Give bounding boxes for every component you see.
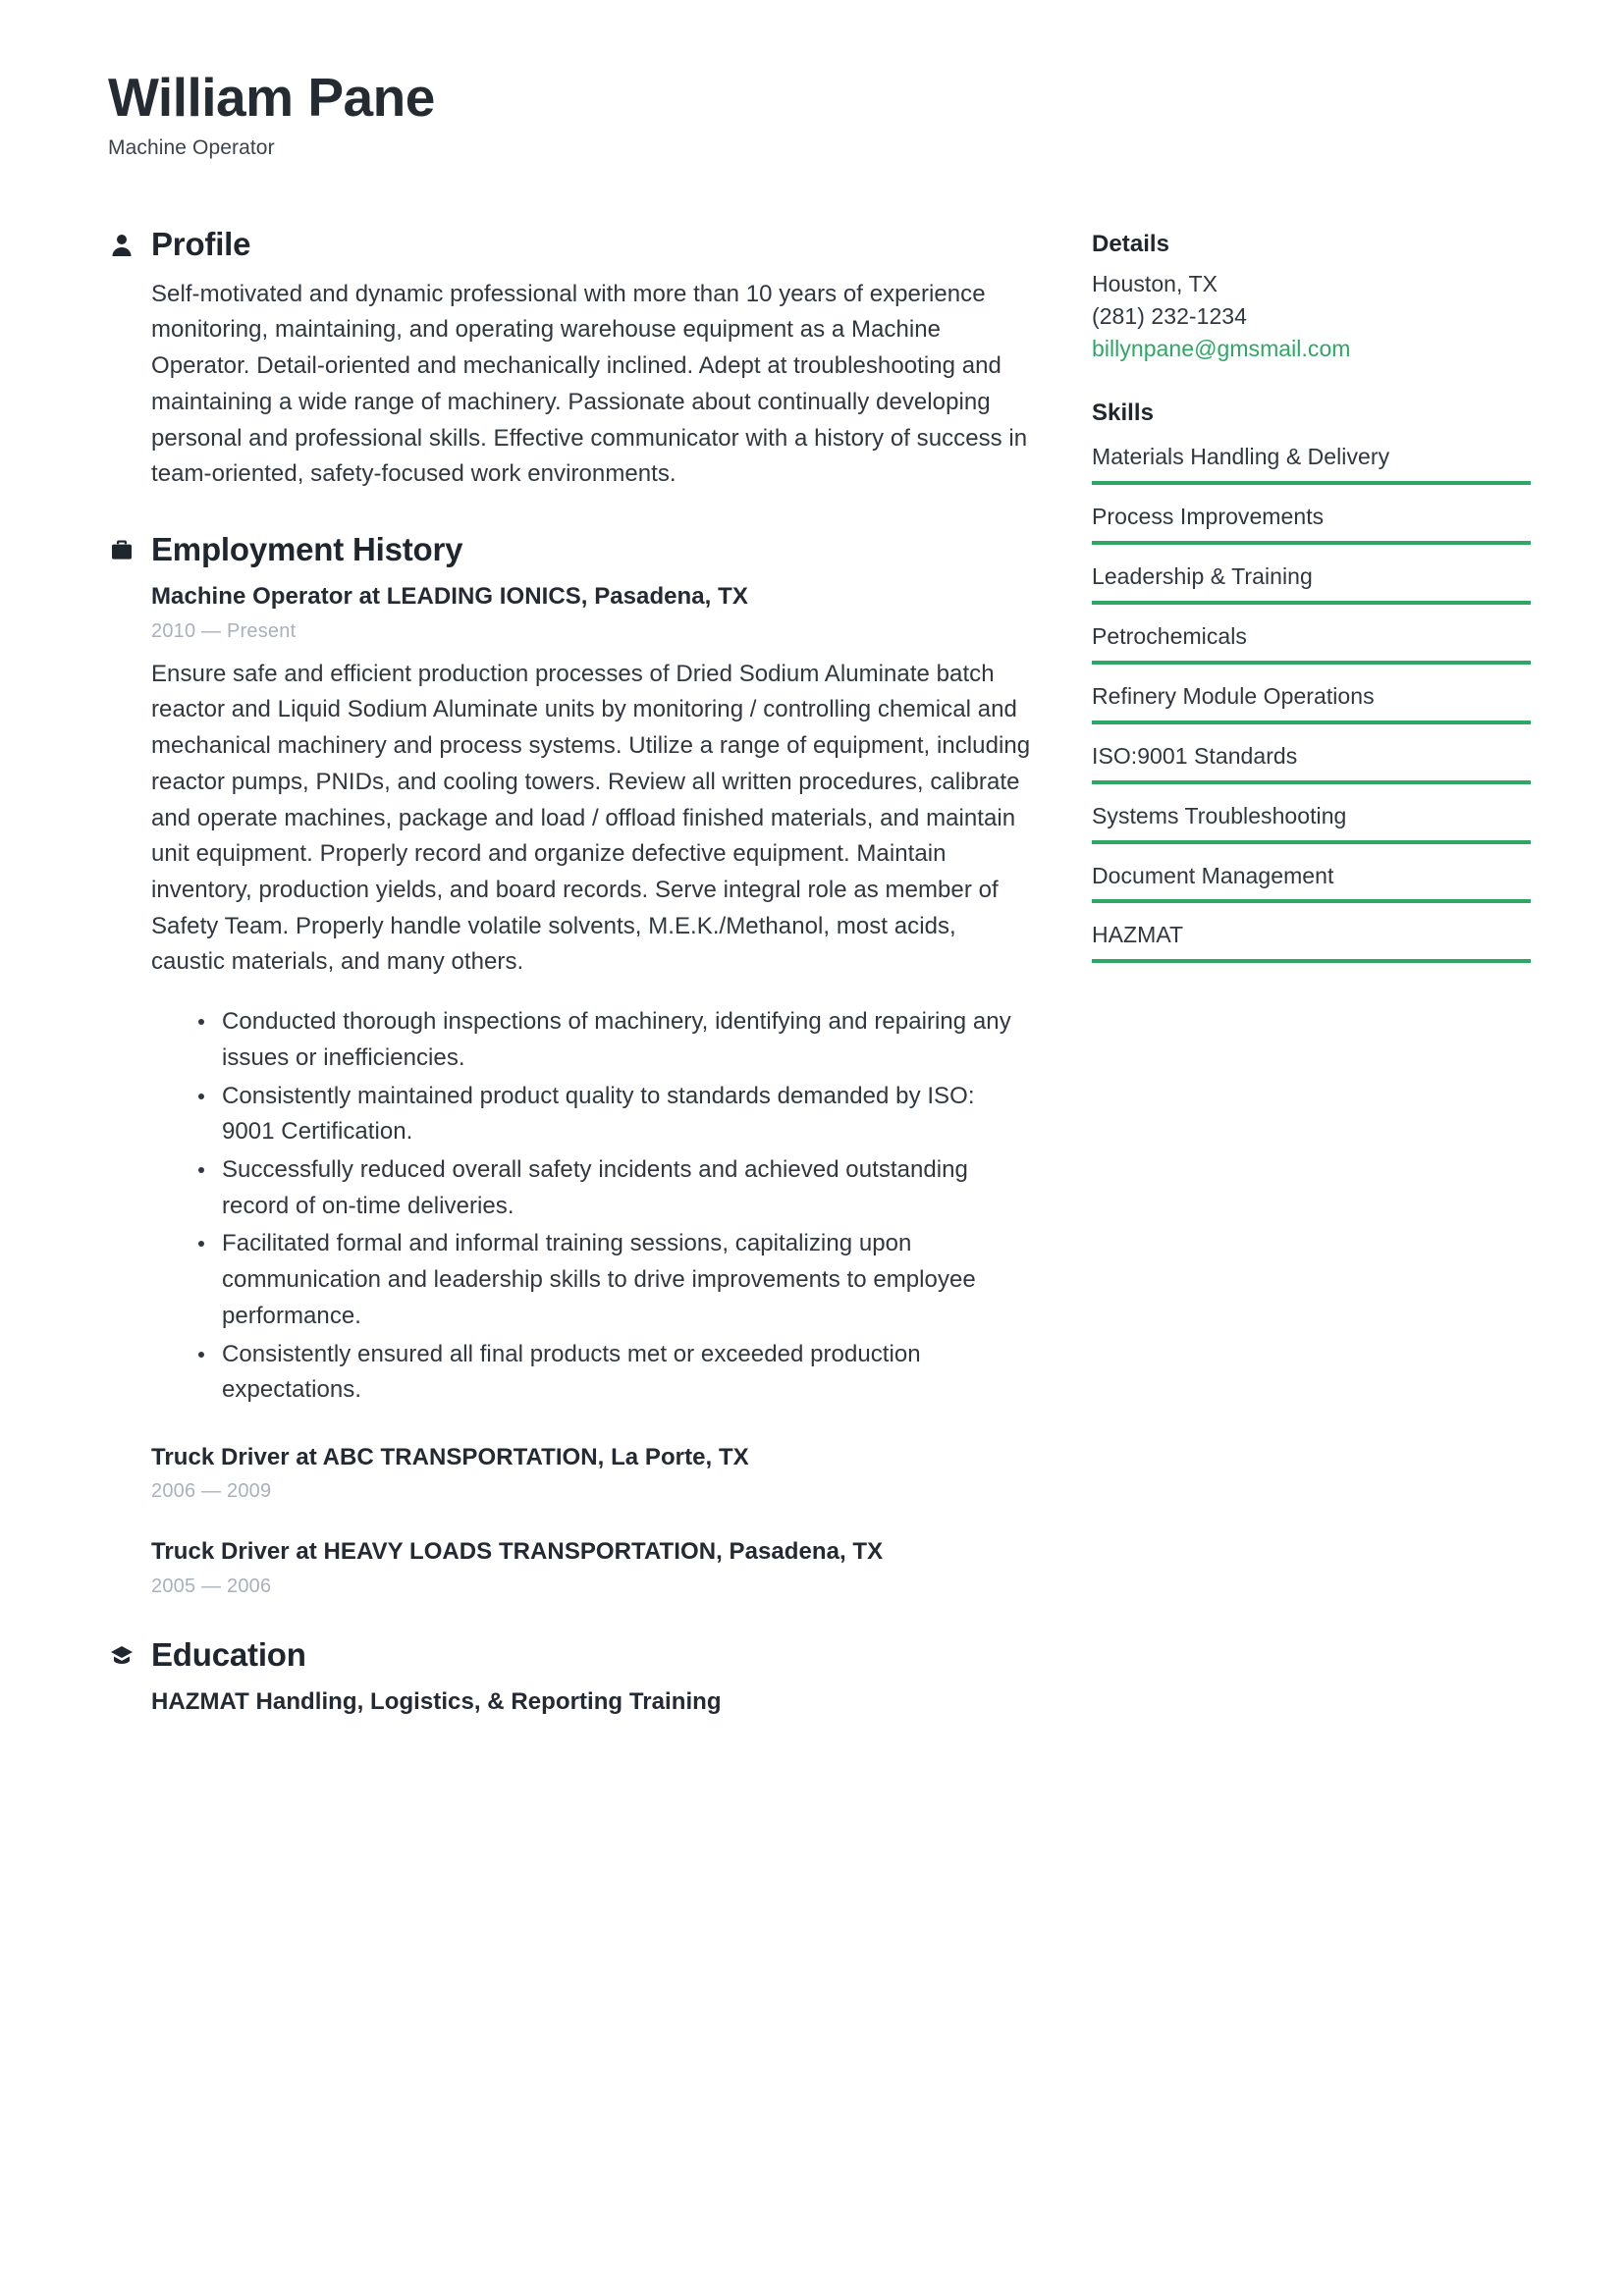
job-description: Ensure safe and efficient production pro… [151, 660, 1031, 976]
job-title-company: Machine Operator at LEADING IONICS, Pasa… [151, 583, 748, 611]
education-section-header: Education [108, 1635, 1031, 1673]
sidebar-column: Details Houston, TX (281) 232-1234 billy… [1031, 227, 1531, 998]
job-entry: Truck Driver at HEAVY LOADS TRANSPORTATI… [151, 1536, 1031, 1597]
candidate-name: William Pane [108, 67, 435, 128]
detail-location: Houston, TX [1092, 271, 1218, 297]
resume-page: William Pane Machine Operator Profile Se… [0, 0, 1624, 2296]
skills-block: Skills Materials Handling & Delivery Pro… [1092, 400, 1531, 964]
education-section: Education HAZMAT Handling, Logistics, & … [108, 1635, 1031, 1719]
list-item: Consistently maintained product quality … [196, 1079, 1031, 1150]
list-item: Consistently ensured all final products … [196, 1337, 1031, 1409]
employment-section: Employment History Machine Operator at L… [108, 531, 1031, 1598]
employment-heading: Employment History [151, 531, 463, 567]
skill-label: HAZMAT [1092, 922, 1184, 948]
person-icon [108, 234, 135, 257]
profile-body: Self-motivated and dynamic professional … [108, 277, 1031, 493]
list-item: Successfully reduced overall safety inci… [196, 1152, 1031, 1224]
list-item: Conducted thorough inspections of machin… [196, 1004, 1031, 1076]
detail-phone[interactable]: (281) 232-1234 [1092, 300, 1531, 333]
skill-label: Systems Troubleshooting [1092, 802, 1347, 828]
job-dates: 2005 — 2006 [151, 1575, 272, 1597]
skill-item: Leadership & Training [1092, 557, 1531, 606]
candidate-job-title: Machine Operator [108, 136, 275, 160]
skill-label: Process Improvements [1092, 504, 1325, 530]
list-item: Facilitated formal and informal training… [196, 1226, 1031, 1334]
skill-item: Systems Troubleshooting [1092, 796, 1531, 844]
skill-item: Process Improvements [1092, 497, 1531, 546]
skill-item: Petrochemicals [1092, 616, 1531, 665]
skill-item: Document Management [1092, 856, 1531, 904]
resume-columns: Profile Self-motivated and dynamic profe… [108, 227, 1531, 1757]
briefcase-icon [108, 539, 135, 561]
employment-section-header: Employment History [108, 531, 1031, 567]
job-title-company: Truck Driver at HEAVY LOADS TRANSPORTATI… [151, 1538, 884, 1566]
graduation-cap-icon [108, 1644, 135, 1666]
employment-body: Machine Operator at LEADING IONICS, Pasa… [108, 581, 1031, 1598]
job-title-company: Truck Driver at ABC TRANSPORTATION, La P… [151, 1444, 749, 1471]
skill-item: HAZMAT [1092, 915, 1531, 964]
profile-section-header: Profile [108, 227, 1031, 262]
job-bullet-list: Conducted thorough inspections of machin… [151, 1004, 1031, 1409]
job-entry: Truck Driver at ABC TRANSPORTATION, La P… [151, 1442, 1031, 1503]
skill-label: Petrochemicals [1092, 623, 1247, 650]
main-column: Profile Self-motivated and dynamic profe… [108, 227, 1031, 1757]
profile-section: Profile Self-motivated and dynamic profe… [108, 227, 1031, 493]
job-dates: 2010 — Present [151, 619, 297, 642]
education-heading: Education [151, 1635, 306, 1673]
skill-item: Refinery Module Operations [1092, 676, 1531, 724]
profile-text: Self-motivated and dynamic professional … [151, 280, 1028, 488]
detail-email[interactable]: billynpane@gmsmail.com [1092, 333, 1531, 365]
skill-label: Refinery Module Operations [1092, 682, 1375, 709]
job-entry: Machine Operator at LEADING IONICS, Pasa… [151, 581, 1031, 1409]
job-dates: 2006 — 2009 [151, 1480, 272, 1503]
skill-item: ISO:9001 Standards [1092, 736, 1531, 784]
skill-label: Document Management [1092, 862, 1334, 888]
profile-heading: Profile [151, 226, 251, 263]
skill-label: Leadership & Training [1092, 563, 1313, 590]
education-body: HAZMAT Handling, Logistics, & Reporting … [108, 1686, 1031, 1718]
details-heading: Details [1092, 231, 1170, 258]
education-entry: HAZMAT Handling, Logistics, & Reporting … [151, 1688, 722, 1716]
skill-item: Materials Handling & Delivery [1092, 437, 1531, 486]
details-block: Details Houston, TX (281) 232-1234 billy… [1092, 231, 1531, 364]
skills-heading: Skills [1092, 400, 1155, 427]
resume-header: William Pane Machine Operator [108, 67, 1531, 160]
skill-label: ISO:9001 Standards [1092, 742, 1298, 769]
skill-label: Materials Handling & Delivery [1092, 444, 1390, 470]
